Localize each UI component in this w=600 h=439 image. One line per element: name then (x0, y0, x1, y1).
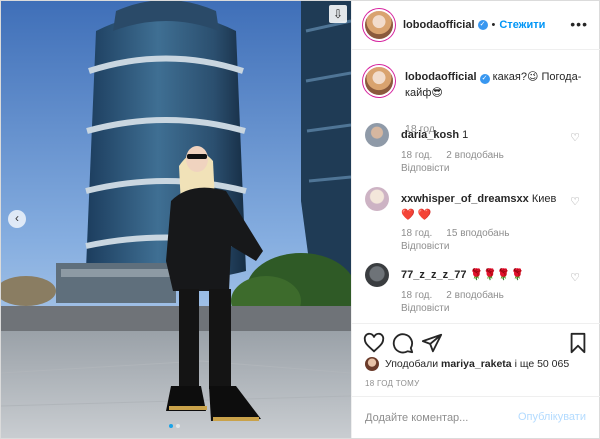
comment-roses: 🌹🌹🌹🌹 (469, 269, 525, 281)
instagram-post: ‹ ⇩ lobodaofficial ✓ • Стежити ••• lobod… (0, 0, 600, 439)
caption-username[interactable]: lobodaofficial (405, 71, 477, 83)
add-comment-bar: Опублікувати (352, 396, 600, 438)
like-comment-heart-icon[interactable]: ♡ (570, 131, 580, 144)
carousel-dot (176, 424, 180, 428)
comment-time[interactable]: 18 год. (401, 228, 432, 239)
comment-likes[interactable]: 15 вподобань (446, 228, 509, 239)
header-separator: • (491, 19, 496, 31)
reply-button[interactable]: Відповісти (401, 303, 449, 314)
comment-meta: 18 год. 15 вподобань Відповісти (401, 227, 571, 253)
comment-time[interactable]: 18 год. (401, 290, 432, 301)
like-comment-heart-icon[interactable]: ♡ (570, 271, 580, 284)
comment-body: daria_kosh 1 (401, 127, 561, 143)
reply-button[interactable]: Відповісти (401, 241, 449, 252)
share-direct-icon[interactable] (421, 332, 443, 354)
caption-text-wrapper: lobodaofficial ✓ какая?😉 Погода-кайф😎 (405, 69, 585, 101)
post-header: lobodaofficial ✓ • Стежити ••• (352, 1, 600, 50)
comment-text: Киев (531, 193, 557, 205)
comment-meta: 18 год. 2 вподобань Відповісти (401, 149, 571, 175)
liked-by-user[interactable]: mariya_raketa (441, 358, 512, 370)
comment-meta: 18 год. 2 вподобань Відповісти (401, 289, 571, 315)
liked-by-count[interactable]: і ще 50 065 (515, 358, 570, 370)
comment-text: 1 (462, 129, 469, 141)
verified-badge-icon: ✓ (477, 20, 488, 30)
liked-by-avatar[interactable] (365, 357, 379, 371)
liked-by: Уподобали mariya_raketa і ще 50 065 (365, 357, 595, 371)
author-username[interactable]: lobodaofficial (403, 19, 475, 31)
comment-body: xxwhisper_of_dreamsxx Киев ❤️ ❤️ (401, 191, 561, 223)
reply-button[interactable]: Відповісти (401, 163, 449, 174)
carousel-dot-active (169, 424, 173, 428)
author-avatar[interactable] (365, 11, 393, 39)
comment-likes[interactable]: 2 вподобань (446, 290, 504, 301)
comment-avatar[interactable] (365, 187, 389, 211)
post-side-panel: lobodaofficial ✓ • Стежити ••• lobodaoff… (351, 1, 600, 438)
photo-illustration (1, 1, 351, 438)
comment-avatar[interactable] (365, 123, 389, 147)
comment-time[interactable]: 18 год. (401, 150, 432, 161)
publish-button[interactable]: Опублікувати (518, 411, 586, 423)
comment-username[interactable]: 77_z_z_z_77 (401, 269, 466, 281)
prev-photo-button[interactable]: ‹ (8, 210, 26, 228)
comment-bubble-icon[interactable] (392, 332, 414, 354)
comment-username[interactable]: daria_kosh (401, 129, 459, 141)
comment-username[interactable]: xxwhisper_of_dreamsxx (401, 193, 529, 205)
caption-author-avatar[interactable] (365, 67, 393, 95)
bookmark-icon[interactable] (567, 332, 589, 354)
comments-list[interactable]: lobodaofficial ✓ какая?😉 Погода-кайф😎 18 … (352, 51, 600, 321)
comment-likes[interactable]: 2 вподобань (446, 150, 504, 161)
comment-input[interactable] (365, 409, 515, 427)
liked-by-prefix: Уподобали (385, 358, 439, 370)
download-icon[interactable]: ⇩ (329, 5, 347, 23)
comment-body: 77_z_z_z_77 🌹🌹🌹🌹 (401, 267, 561, 283)
post-time-ago[interactable]: 18 ГОД ТОМУ (365, 379, 420, 388)
comment-avatar[interactable] (365, 263, 389, 287)
like-heart-icon[interactable] (363, 332, 385, 354)
post-photo[interactable]: ‹ ⇩ (1, 1, 351, 438)
like-comment-heart-icon[interactable]: ♡ (570, 195, 580, 208)
carousel-dots (169, 424, 180, 428)
more-dots-icon[interactable]: ••• (570, 16, 588, 32)
comment-hearts: ❤️ ❤️ (401, 209, 432, 221)
verified-badge-icon: ✓ (479, 74, 490, 84)
follow-button[interactable]: Стежити (499, 19, 545, 31)
